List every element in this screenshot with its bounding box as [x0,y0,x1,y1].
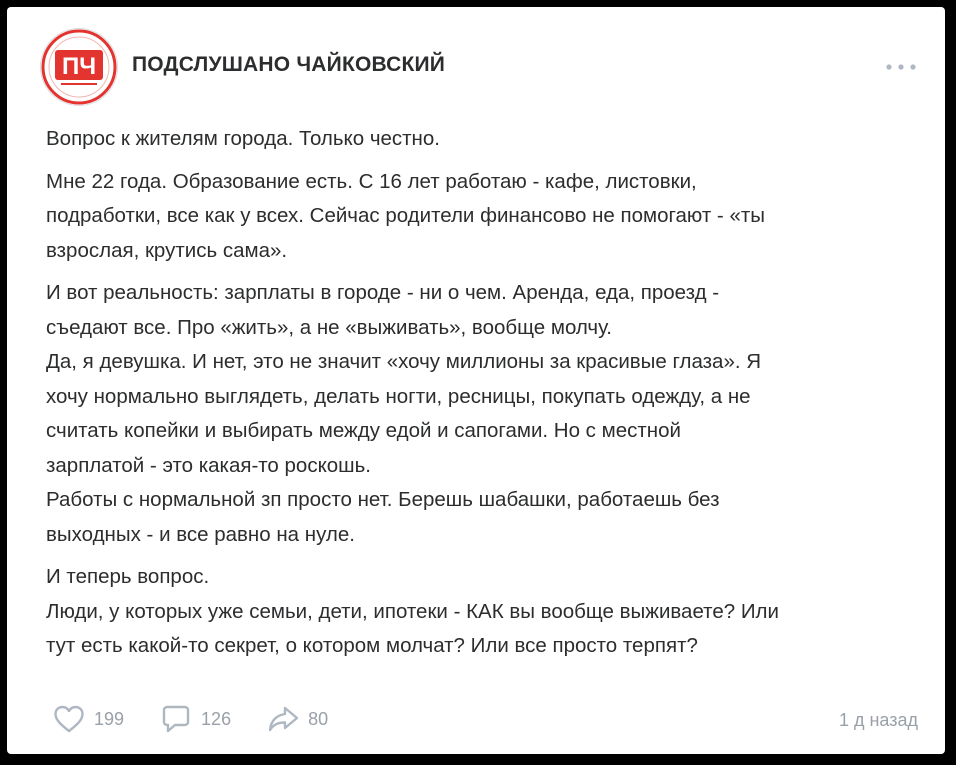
post-paragraph: И теперь вопрос. Люди, у которых уже сем… [46,565,779,657]
post-paragraph: Мне 22 года. Образование есть. С 16 лет … [46,169,765,262]
like-count: 199 [94,708,125,729]
avatar-letters: ПЧ [62,53,96,80]
group-name[interactable]: ПОДСЛУШАНО ЧАЙКОВСКИЙ [132,53,445,77]
more-button[interactable] [883,59,919,75]
post-paragraph: И вот реальность: зарплаты в городе - ни… [46,281,762,546]
post-paragraph: Вопрос к жителям города. Только честно. [46,127,440,150]
share-icon [268,706,299,732]
comment-button[interactable]: 126 [160,704,231,734]
group-logo: ПЧ [41,29,117,105]
post-card: ПЧ ПОДСЛУШАНО ЧАЙКОВСКИЙ Вопрос к жителя… [7,7,945,754]
comment-icon [162,705,190,733]
comment-count: 126 [201,708,232,729]
heart-icon [54,705,84,733]
like-button[interactable]: 199 [53,704,124,734]
post-actions: 199 126 80 [53,703,364,735]
more-dots-icon [886,64,916,70]
share-count: 80 [308,708,329,729]
share-button[interactable]: 80 [267,704,328,734]
post-text: Вопрос к жителям города. Только честно. … [46,122,926,664]
post-timestamp[interactable]: 1 д назад [839,710,918,731]
group-avatar[interactable]: ПЧ [41,29,117,105]
